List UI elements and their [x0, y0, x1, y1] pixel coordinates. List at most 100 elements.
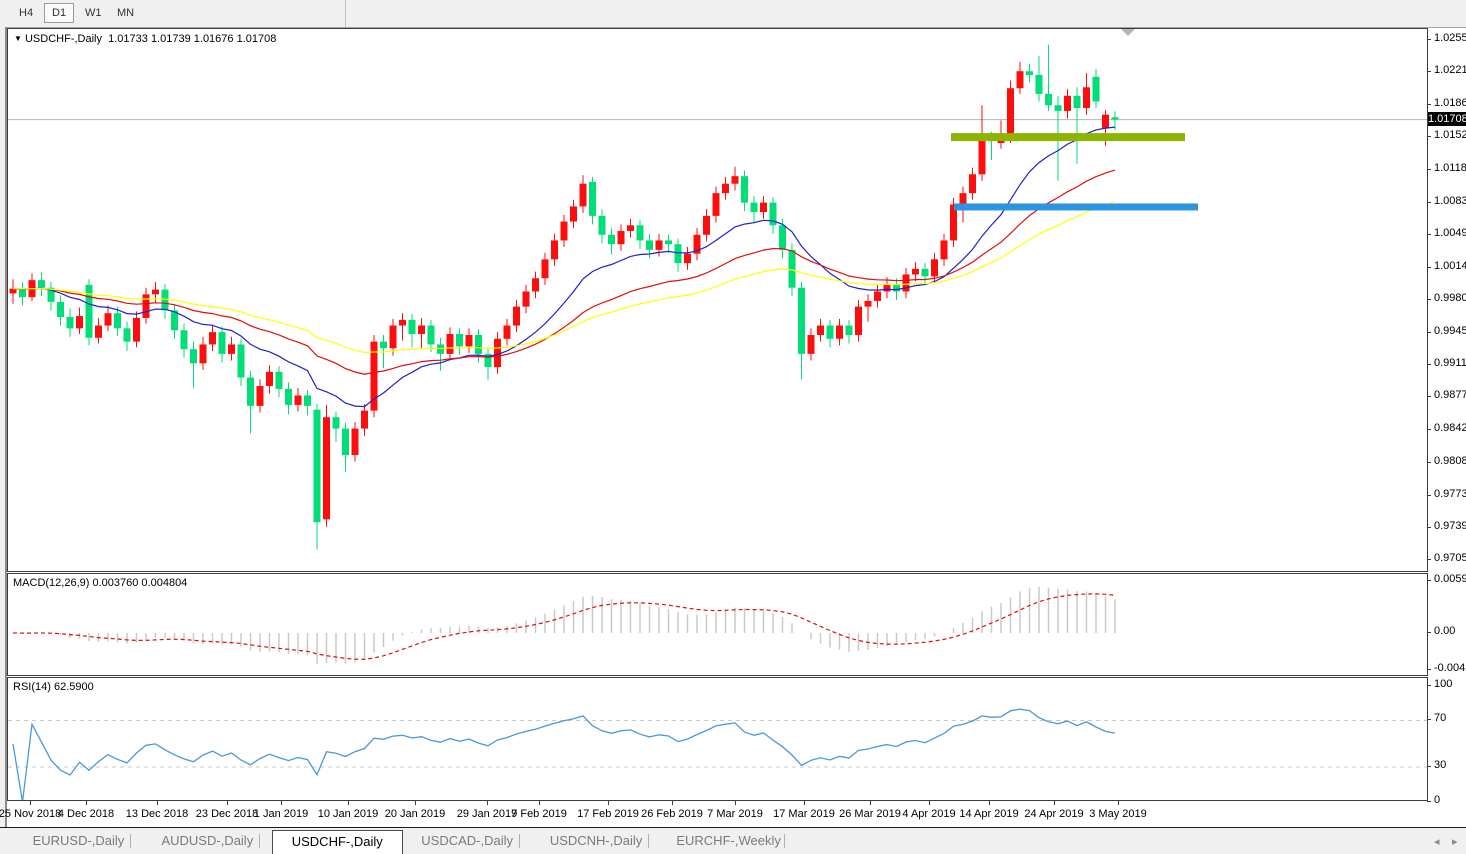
macd-indicator-label: MACD(12,26,9) 0.003760 0.004804: [13, 577, 187, 589]
quote-open: 1.01733: [108, 33, 148, 45]
date-tick-mark: [672, 801, 673, 805]
rsi-tick-mark: [1427, 766, 1431, 768]
timeframe-tab-h4[interactable]: H4: [12, 4, 40, 22]
price-tick-label: 1.01180: [1434, 161, 1466, 174]
symbol-tab-usdcad[interactable]: USDCAD-,Daily: [403, 831, 532, 851]
window-splitter[interactable]: [0, 27, 7, 827]
date-tick-mark: [227, 801, 228, 805]
date-tick-mark: [1054, 801, 1055, 805]
date-tick-mark: [348, 801, 349, 805]
macd-tick-mark: [1427, 668, 1431, 670]
price-tick-mark: [1427, 233, 1431, 235]
price-tick-label: 1.02210: [1434, 64, 1466, 77]
date-tick-label: 3 May 2019: [1089, 808, 1147, 820]
price-tick-label: 0.97730: [1434, 487, 1466, 500]
symbol-period-label: USDCHF-,Daily: [24, 33, 102, 45]
macd-chart: [12, 586, 1116, 664]
tab-separator: [518, 834, 520, 848]
date-tick-label: 14 Apr 2019: [959, 808, 1019, 820]
date-tick-label: 24 Apr 2019: [1024, 808, 1084, 820]
date-tick-mark: [415, 801, 416, 805]
support-rectangle[interactable]: [954, 203, 1198, 211]
date-tick-label: 13 Dec 2018: [125, 808, 189, 820]
price-tick-mark: [1427, 168, 1431, 170]
timeframe-tab-mn[interactable]: MN: [110, 4, 141, 22]
price-tick-mark: [1427, 461, 1431, 463]
rsi-value: 62.5900: [53, 681, 94, 693]
rsi-tick-mark: [1427, 801, 1431, 802]
price-tick-mark: [1427, 429, 1431, 431]
timeframe-tab-w1[interactable]: W1: [78, 4, 109, 22]
price-tick-label: 1.00830: [1434, 194, 1466, 207]
rsi-tick-mark: [1427, 684, 1431, 686]
symbol-tab-usdchf[interactable]: USDCHF-,Daily: [271, 830, 403, 854]
price-tick-mark: [1427, 558, 1431, 560]
symbol-tab-eurusd[interactable]: EURUSD-,Daily: [14, 831, 143, 851]
tab-separator: [783, 834, 785, 848]
macd-tick-label: -0.004243: [1434, 661, 1466, 674]
tab-scroll-left-icon[interactable]: ◂: [1434, 835, 1440, 848]
rsi-tick-label: 30: [1434, 759, 1447, 772]
tab-separator: [258, 834, 260, 848]
price-tick-label: 1.00490: [1434, 226, 1466, 239]
macd-panel[interactable]: [7, 573, 1428, 676]
price-tick-mark: [1427, 364, 1431, 366]
rsi-tick-mark: [1427, 719, 1431, 721]
price-tick-mark: [1427, 526, 1431, 528]
date-tick-mark: [870, 801, 871, 805]
symbol-tab-eurchf[interactable]: EURCHF-,Weekly: [661, 831, 797, 851]
price-tick-mark: [1427, 396, 1431, 398]
collapse-arrow-icon[interactable]: ▼: [14, 34, 22, 43]
price-tick-mark: [1427, 71, 1431, 73]
chart-shift-marker-icon[interactable]: [1121, 29, 1135, 36]
date-tick-label: 4 Dec 2018: [57, 808, 115, 820]
symbol-tab-bar: EURUSD-,Daily AUDUSD-,Daily USDCHF-,Daily U…: [0, 827, 1466, 854]
date-tick-mark: [804, 801, 805, 805]
date-tick-mark: [608, 801, 609, 805]
date-tick-mark: [989, 801, 990, 805]
date-tick-mark: [1118, 801, 1119, 805]
candlestick-chart: [8, 44, 1427, 550]
terminal-window: H4 D1 W1 MN ▼ USDCHF-,Daily 1.01733 1.01739…: [0, 0, 1466, 854]
macd-name: MACD(12,26,9): [13, 577, 90, 589]
price-tick-label: 1.00140: [1434, 259, 1466, 272]
price-tick-label: 0.98770: [1434, 389, 1466, 402]
rsi-panel[interactable]: [7, 677, 1428, 801]
date-tick-label: 7 Mar 2019: [707, 808, 763, 820]
price-tick-mark: [1427, 104, 1431, 106]
timeframe-toolbar: H4 D1 W1 MN: [0, 0, 1466, 28]
price-tick-label: 0.99110: [1434, 357, 1466, 370]
date-tick-label: 10 Jan 2019: [317, 808, 379, 820]
price-tick-mark: [1427, 39, 1431, 40]
symbol-tab-usdcnh[interactable]: USDCNH-,Daily: [532, 831, 661, 851]
macd-tick-label: 0.00: [1434, 625, 1456, 637]
rsi-indicator-label: RSI(14) 62.5900: [13, 681, 94, 693]
date-tick-label: 7 Feb 2019: [511, 808, 567, 820]
price-tick-mark: [1427, 136, 1431, 138]
date-tick-mark: [735, 801, 736, 805]
date-tick-mark: [929, 801, 930, 805]
date-tick-label: 26 Mar 2019: [839, 808, 901, 820]
date-tick-label: 25 Nov 2018: [0, 808, 62, 820]
date-tick-mark: [539, 801, 540, 805]
date-tick-label: 29 Jan 2019: [456, 808, 518, 820]
symbol-tab-audusd[interactable]: AUDUSD-,Daily: [143, 831, 272, 851]
price-tick-label: 0.97390: [1434, 519, 1466, 532]
tab-separator: [129, 834, 131, 848]
date-tick-mark: [157, 801, 158, 805]
tab-scroll-right-icon[interactable]: ▸: [1452, 835, 1458, 848]
tab-separator: [647, 834, 649, 848]
date-tick-label: 20 Jan 2019: [384, 808, 446, 820]
timeframe-tab-d1[interactable]: D1: [44, 3, 75, 23]
price-tick-label: 1.01520: [1434, 129, 1466, 142]
date-tick-label: 23 Dec 2018: [195, 808, 259, 820]
quote-high: 1.01739: [150, 33, 191, 45]
macd-tick-mark: [1427, 580, 1431, 581]
quote-close: 1.01708: [236, 33, 277, 45]
resistance-rectangle[interactable]: [951, 133, 1185, 142]
date-tick-mark: [487, 801, 488, 805]
price-chart-panel[interactable]: [7, 28, 1428, 572]
date-tick-label: 17 Feb 2019: [577, 808, 639, 820]
rsi-tick-label: 0: [1434, 794, 1441, 806]
price-tick-mark: [1427, 494, 1431, 496]
